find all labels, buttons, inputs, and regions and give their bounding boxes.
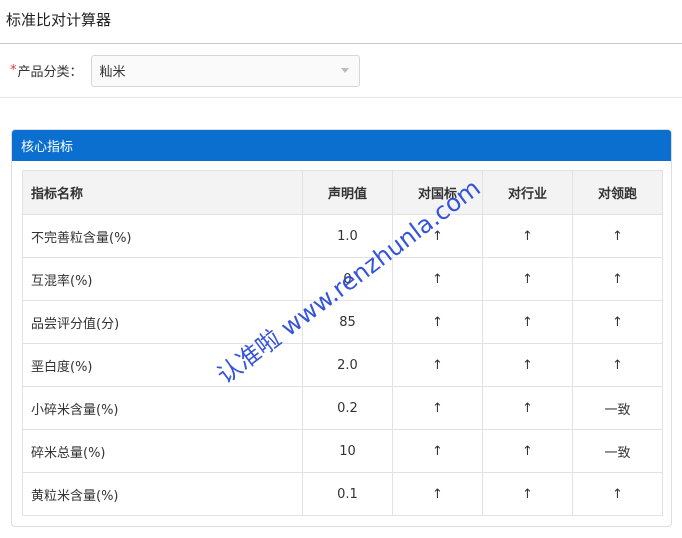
column-header-vs-national: 对国标 — [392, 170, 483, 215]
metric-name: 品尝评分值(分) — [22, 300, 303, 344]
metrics-table: 指标名称 声明值 对国标 对行业 对领跑 不完善粒含量(%) 1.0 ↑ ↑ ↑… — [22, 170, 663, 516]
column-header-vs-industry: 对行业 — [482, 170, 573, 215]
vs-leader-indicator: ↑ — [572, 300, 663, 344]
vs-industry-indicator: ↑ — [482, 343, 573, 387]
table-row: 黄粒米含量(%) 0.1 ↑ ↑ ↑ — [22, 472, 663, 516]
vs-national-indicator: ↑ — [392, 472, 483, 516]
column-header-vs-leader: 对领跑 — [572, 170, 663, 215]
metric-name: 小碎米含量(%) — [22, 386, 303, 430]
table-row: 小碎米含量(%) 0.2 ↑ ↑ 一致 — [22, 386, 663, 430]
product-category-select[interactable]: 籼米 — [90, 54, 360, 87]
vs-national-indicator: ↑ — [392, 343, 483, 387]
declared-value: 1.0 — [302, 214, 393, 258]
column-header-metric-name: 指标名称 — [22, 170, 303, 215]
vs-national-indicator: ↑ — [392, 214, 483, 258]
metric-name: 互混率(%) — [22, 257, 303, 301]
table-row: 垩白度(%) 2.0 ↑ ↑ ↑ — [22, 343, 663, 387]
vs-industry-indicator: ↑ — [482, 429, 573, 473]
vs-industry-indicator: ↑ — [482, 300, 573, 344]
vs-leader-indicator: 一致 — [572, 386, 663, 430]
declared-value: 0 — [302, 257, 393, 301]
product-category-label: 产品分类： — [17, 65, 83, 80]
product-category-filter: * 产品分类： 籼米 — [0, 44, 682, 98]
table-row: 不完善粒含量(%) 1.0 ↑ ↑ ↑ — [22, 214, 663, 258]
core-metrics-panel: 核心指标 指标名称 声明值 对国标 对行业 对领跑 不完善粒含量(%) 1.0 … — [11, 129, 672, 527]
required-marker: * — [10, 63, 17, 78]
table-row: 碎米总量(%) 10 ↑ ↑ 一致 — [22, 429, 663, 473]
vs-industry-indicator: ↑ — [482, 257, 573, 301]
table-header-row: 指标名称 声明值 对国标 对行业 对领跑 — [22, 170, 663, 215]
panel-header: 核心指标 — [12, 130, 671, 161]
table-row: 品尝评分值(分) 85 ↑ ↑ ↑ — [22, 300, 663, 344]
chevron-down-icon — [340, 68, 349, 73]
declared-value: 85 — [302, 300, 393, 344]
vs-leader-indicator: 一致 — [572, 429, 663, 473]
table-row: 互混率(%) 0 ↑ ↑ ↑ — [22, 257, 663, 301]
vs-leader-indicator: ↑ — [572, 214, 663, 258]
column-header-declared-value: 声明值 — [302, 170, 393, 215]
metric-name: 垩白度(%) — [22, 343, 303, 387]
panel-body: 指标名称 声明值 对国标 对行业 对领跑 不完善粒含量(%) 1.0 ↑ ↑ ↑… — [12, 161, 671, 516]
page-header: 标准比对计算器 — [0, 0, 682, 44]
metric-name: 碎米总量(%) — [22, 429, 303, 473]
vs-industry-indicator: ↑ — [482, 472, 573, 516]
declared-value: 2.0 — [302, 343, 393, 387]
vs-leader-indicator: ↑ — [572, 343, 663, 387]
vs-national-indicator: ↑ — [392, 386, 483, 430]
metric-name: 黄粒米含量(%) — [22, 472, 303, 516]
vs-national-indicator: ↑ — [392, 429, 483, 473]
vs-national-indicator: ↑ — [392, 257, 483, 301]
vs-leader-indicator: ↑ — [572, 257, 663, 301]
panel-title: 核心指标 — [21, 140, 74, 155]
vs-leader-indicator: ↑ — [572, 472, 663, 516]
vs-industry-indicator: ↑ — [482, 386, 573, 430]
page-title: 标准比对计算器 — [6, 11, 112, 29]
metric-name: 不完善粒含量(%) — [22, 214, 303, 258]
vs-national-indicator: ↑ — [392, 300, 483, 344]
declared-value: 0.2 — [302, 386, 393, 430]
vs-industry-indicator: ↑ — [482, 214, 573, 258]
declared-value: 0.1 — [302, 472, 393, 516]
declared-value: 10 — [302, 429, 393, 473]
product-category-value: 籼米 — [99, 65, 126, 80]
